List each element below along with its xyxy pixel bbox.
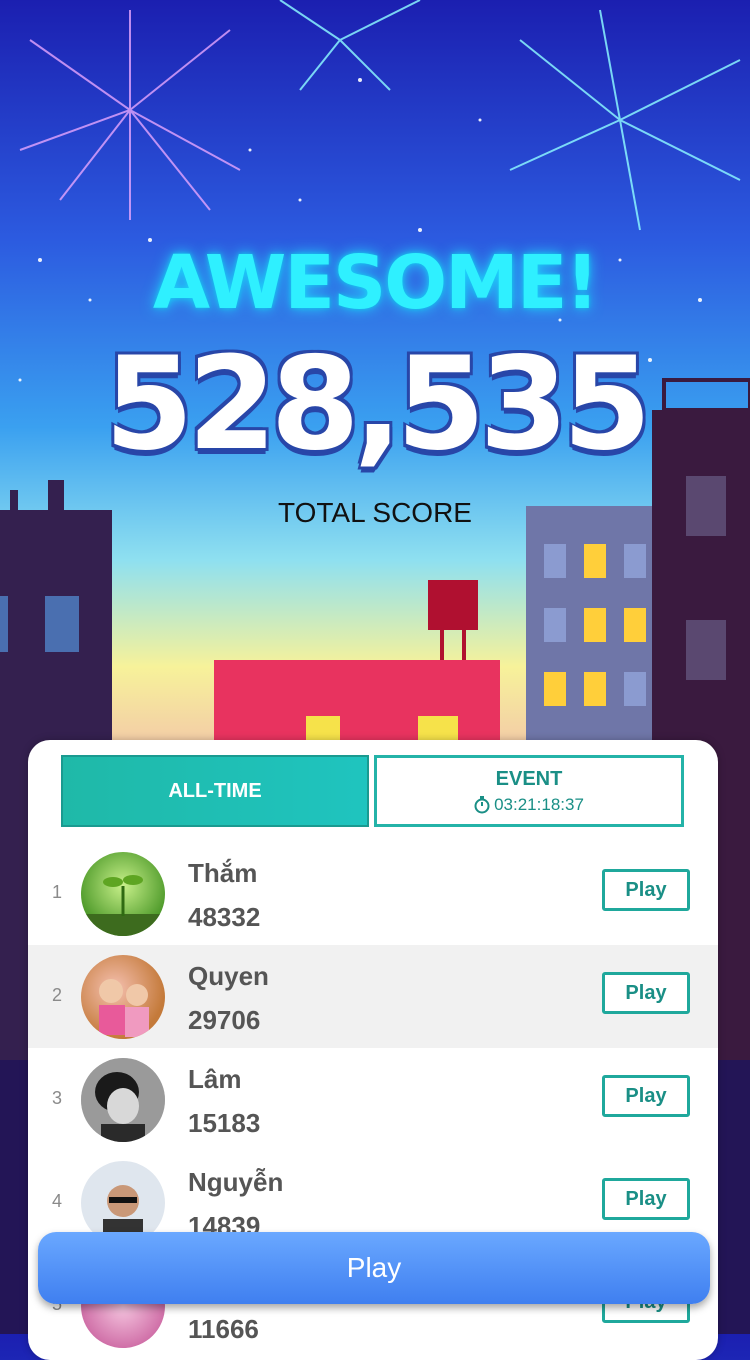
avatar — [81, 1058, 165, 1142]
stopwatch-icon — [474, 795, 490, 813]
total-score-value: 528,535 — [104, 330, 652, 479]
leaderboard-row: 2 Quyen 29706 Play — [28, 945, 718, 1048]
tab-all-time-label: ALL-TIME — [168, 779, 262, 802]
tab-event-label: EVENT — [495, 767, 563, 790]
player-score: 15183 — [188, 1108, 261, 1138]
leaderboard-row: 1 Thắm 48332 Play — [28, 842, 718, 945]
total-score-label: TOTAL SCORE — [278, 497, 472, 528]
player-name: Quyen — [188, 961, 269, 991]
sprout-icon — [81, 875, 165, 936]
event-timer-value: 03:21:18:37 — [494, 794, 584, 814]
play-button[interactable]: Play — [602, 1075, 690, 1117]
main-play-button[interactable]: Play — [38, 1232, 710, 1304]
play-button[interactable]: Play — [602, 1178, 690, 1220]
rank-number: 2 — [52, 985, 63, 1005]
tab-event[interactable]: EVENT 03:21:18:37 — [374, 755, 684, 827]
headline-awesome: AWESOME! — [152, 240, 599, 326]
event-timer: 03:21:18:37 — [474, 795, 584, 815]
leaderboard-tabs: ALL-TIME EVENT 03:21:18:37 — [61, 755, 684, 829]
family-photo-icon — [99, 979, 149, 1037]
rank-number: 1 — [52, 882, 63, 902]
player-score: 11666 — [188, 1314, 259, 1344]
portrait-icon — [81, 1058, 165, 1142]
avatar — [81, 955, 165, 1039]
player-score: 29706 — [188, 1005, 261, 1035]
leaderboard-row: 3 Lâm 15183 Play — [28, 1048, 718, 1151]
tab-all-time[interactable]: ALL-TIME — [61, 755, 369, 827]
rank-number: 4 — [52, 1191, 63, 1211]
player-name: Nguyễn — [188, 1167, 284, 1197]
avatar — [81, 852, 165, 936]
player-name: Lâm — [188, 1064, 242, 1094]
play-button[interactable]: Play — [602, 972, 690, 1014]
player-name: Thắm — [188, 858, 258, 888]
rank-number: 3 — [52, 1088, 63, 1108]
player-score: 48332 — [188, 902, 261, 932]
play-button[interactable]: Play — [602, 869, 690, 911]
